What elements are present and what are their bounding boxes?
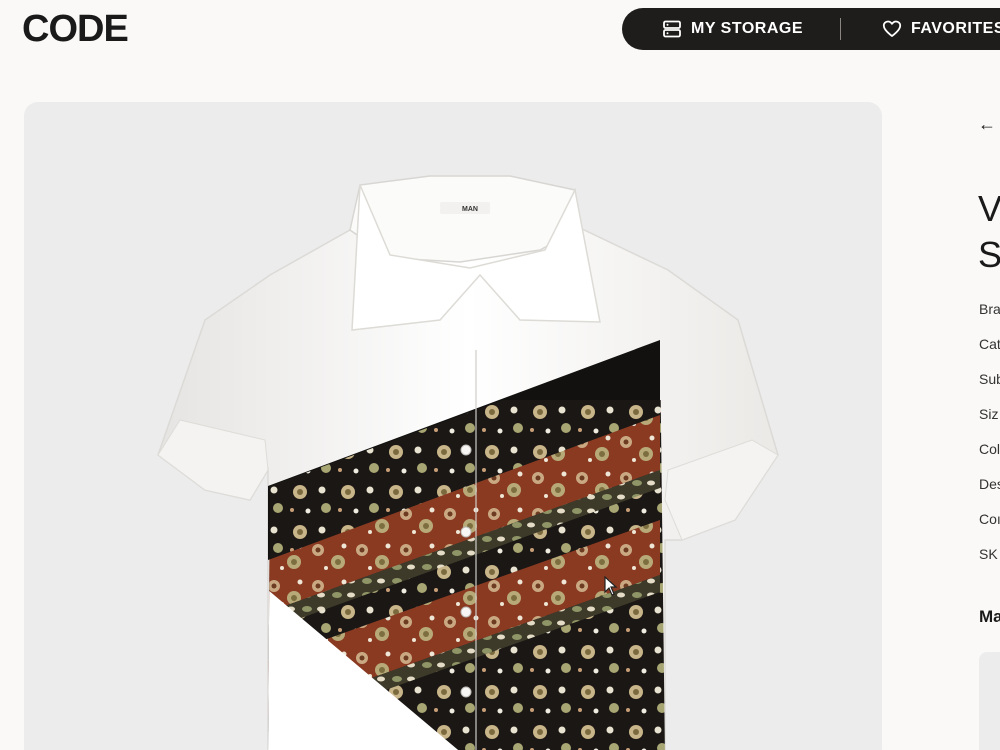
spec-category-label: Cat xyxy=(979,336,1000,352)
back-link[interactable]: ← xyxy=(978,114,996,135)
my-storage-button[interactable]: MY STORAGE xyxy=(662,19,803,39)
favorites-label: FAVORITES xyxy=(911,20,1000,37)
spec-condition-label: Coı xyxy=(979,511,1000,527)
mouse-cursor-icon xyxy=(604,576,618,596)
side-card[interactable] xyxy=(979,652,1000,750)
product-image[interactable]: MAN xyxy=(24,102,882,750)
heart-icon xyxy=(882,20,902,37)
spec-size-label: Siz xyxy=(979,406,999,422)
site-logo[interactable]: CODE xyxy=(22,8,129,51)
product-image-panel[interactable]: MAN xyxy=(24,102,882,750)
top-nav: MY STORAGE FAVORITES xyxy=(622,8,1000,50)
collar-tag-text: MAN xyxy=(462,206,478,213)
favorites-button[interactable]: FAVORITES xyxy=(882,19,1000,39)
page: CODE MY STORAGE FAVORITES MAN ← V S Bra … xyxy=(0,0,1000,750)
section-heading: Ma xyxy=(979,607,1000,626)
product-title-line-2: S xyxy=(978,234,1000,275)
spec-description-label: Des xyxy=(979,476,1000,492)
spec-sku-label: SK xyxy=(979,546,998,562)
nav-divider xyxy=(840,18,841,40)
spec-subcategory-label: Sub xyxy=(979,371,1000,387)
product-title-line-1: V xyxy=(978,188,1000,229)
spec-brand-label: Bra xyxy=(979,301,1000,317)
storage-icon xyxy=(663,20,681,38)
spec-color-label: Col xyxy=(979,441,1000,457)
my-storage-label: MY STORAGE xyxy=(691,20,803,37)
